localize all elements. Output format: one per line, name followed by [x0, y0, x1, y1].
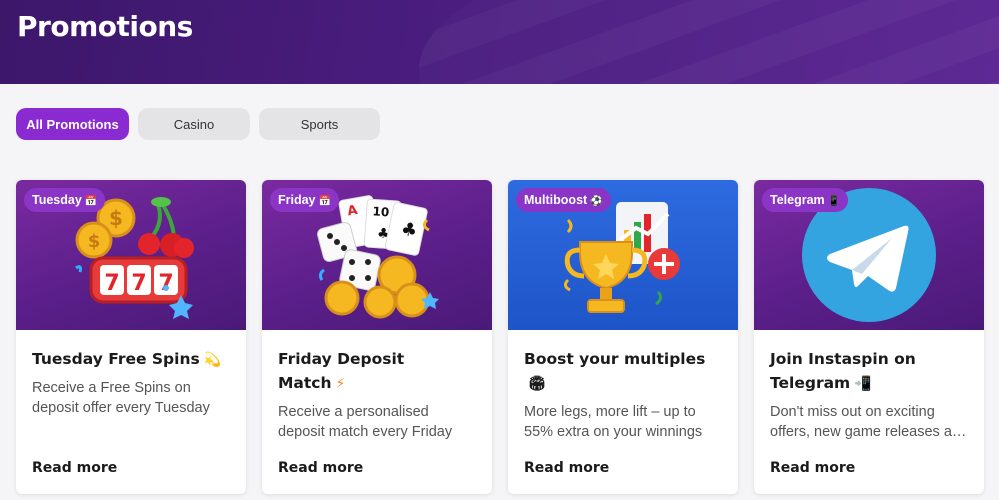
promo-image-dice-cards: Friday 📅 A 10 ♣ ♣: [262, 180, 492, 330]
read-more-link[interactable]: Read more: [278, 460, 363, 476]
tab-casino[interactable]: Casino: [138, 108, 250, 140]
promo-badge: Tuesday 📅: [24, 188, 106, 212]
globe-icon: ⚽: [590, 196, 603, 207]
tab-sports[interactable]: Sports: [259, 108, 380, 140]
tab-all-promotions[interactable]: All Promotions: [16, 108, 129, 140]
promo-title: Tuesday Free Spins 💫: [32, 350, 222, 368]
promo-badge: Friday 📅: [270, 188, 339, 212]
promo-card-tuesday[interactable]: Tuesday 📅 $ $ 7 7 7 Tuesday Free Spins 💫…: [16, 180, 246, 494]
promo-description: Receive a personalised deposit match eve…: [278, 404, 453, 440]
phone-icon: 📱: [827, 196, 841, 207]
page-title: Promotions: [17, 10, 193, 43]
lightning-icon: ⚡: [335, 376, 346, 392]
svg-text:$: $: [109, 206, 123, 230]
promo-card-friday[interactable]: Friday 📅 A 10 ♣ ♣ Friday Deposit Match ⚡…: [262, 180, 492, 494]
read-more-link[interactable]: Read more: [524, 460, 609, 476]
promo-card-multiboost[interactable]: Multiboost ⚽ Boost your multiples🏟 More …: [508, 180, 738, 494]
promotion-filter-tabs: All Promotions Casino Sports: [16, 108, 380, 140]
promo-description: Don't miss out on exciting offers, new g…: [770, 404, 969, 440]
svg-text:7: 7: [131, 271, 146, 296]
promo-title: Join Instaspin on Telegram 📲: [770, 350, 916, 392]
svg-text:7: 7: [158, 271, 173, 296]
dizzy-star-icon: 💫: [203, 352, 222, 368]
calendar-icon: 📅: [318, 196, 331, 207]
svg-text:7: 7: [104, 271, 119, 296]
svg-text:10: 10: [372, 204, 390, 219]
read-more-link[interactable]: Read more: [32, 460, 117, 476]
stadium-icon: 🏟: [528, 376, 546, 392]
promo-card-telegram[interactable]: Telegram 📱 Join Instaspin on Telegram 📲 Do…: [754, 180, 984, 494]
svg-text:$: $: [88, 231, 101, 252]
calendar-icon: 📅: [84, 196, 98, 207]
promo-badge: Multiboost ⚽: [516, 188, 611, 212]
mobile-phone-icon: 📲: [854, 376, 872, 392]
promotion-cards: Tuesday 📅 $ $ 7 7 7 Tuesday Free Spins 💫…: [16, 180, 984, 494]
read-more-link[interactable]: Read more: [770, 460, 855, 476]
promo-image-trophy: Multiboost ⚽: [508, 180, 738, 330]
promo-image-telegram: Telegram 📱: [754, 180, 984, 330]
promo-title: Boost your multiples🏟: [524, 350, 706, 392]
page-header: Promotions: [0, 0, 999, 84]
promo-badge: Telegram 📱: [762, 188, 849, 212]
promo-description: More legs, more lift – up to 55% extra o…: [524, 404, 703, 440]
promo-title: Friday Deposit Match ⚡: [278, 350, 405, 392]
promo-description: Receive a Free Spins on deposit offer ev…: [32, 380, 210, 416]
promo-image-slot-machine: Tuesday 📅 $ $ 7 7 7: [16, 180, 246, 330]
